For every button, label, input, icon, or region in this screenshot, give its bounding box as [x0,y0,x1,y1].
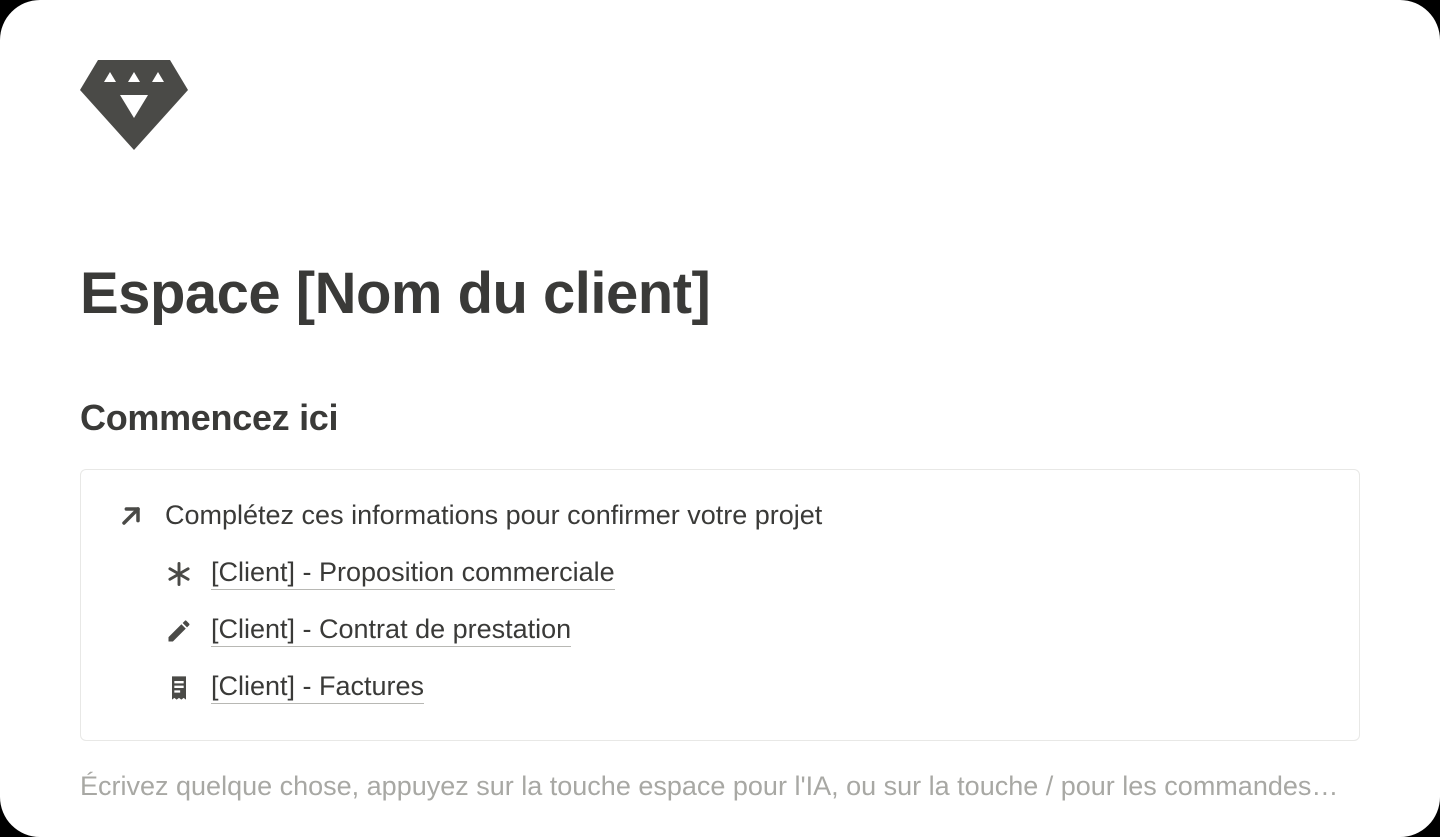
arrow-up-right-icon [117,502,145,530]
asterisk-icon [165,560,193,588]
editor-placeholder[interactable]: Écrivez quelque chose, appuyez sur la to… [80,771,1360,802]
link-label[interactable]: [Client] - Factures [211,671,424,704]
link-label[interactable]: [Client] - Proposition commerciale [211,557,615,590]
link-item-proposition[interactable]: [Client] - Proposition commerciale [165,557,1323,590]
page-container: Espace [Nom du client] Commencez ici Com… [0,0,1440,837]
page-title[interactable]: Espace [Nom du client] [80,260,1360,327]
section-heading: Commencez ici [80,397,1360,439]
diamond-icon [80,60,1360,150]
pencil-icon [165,617,193,645]
callout-prompt-text: Complétez ces informations pour confirme… [165,500,822,531]
link-item-factures[interactable]: [Client] - Factures [165,671,1323,704]
link-list: [Client] - Proposition commerciale [Clie… [117,557,1323,704]
receipt-icon [165,674,193,702]
page-icon [80,60,1360,150]
callout-box: Complétez ces informations pour confirme… [80,469,1360,741]
callout-header: Complétez ces informations pour confirme… [117,500,1323,531]
link-label[interactable]: [Client] - Contrat de prestation [211,614,571,647]
link-item-contrat[interactable]: [Client] - Contrat de prestation [165,614,1323,647]
